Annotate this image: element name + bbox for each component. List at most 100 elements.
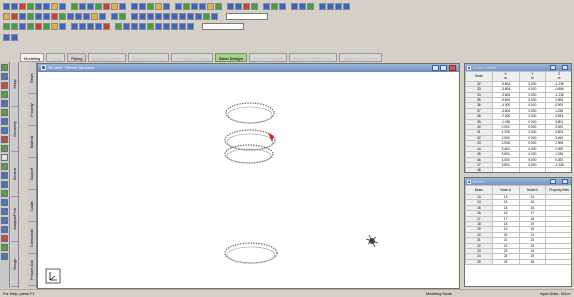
beams-column-header[interactable]: Node B — [518, 185, 547, 195]
beams-column-header[interactable]: Property Refs — [545, 185, 571, 195]
tab-concrete-design[interactable]: Concrete Design — [249, 53, 287, 62]
toolbar-button-17[interactable] — [131, 22, 138, 30]
nodes-cell[interactable]: 48 — [465, 167, 493, 172]
nodes-table-close[interactable] — [562, 65, 568, 70]
toolbar-button-12[interactable] — [99, 12, 106, 20]
toolbar-button-36[interactable] — [271, 2, 278, 10]
toolbar-button-14[interactable] — [111, 2, 118, 10]
toolbar-button-2[interactable] — [19, 22, 26, 30]
toolbar-button-4[interactable] — [35, 22, 42, 30]
structure-canvas[interactable] — [38, 72, 459, 288]
toolbar-button-23[interactable] — [179, 12, 186, 20]
toolbar-button-44[interactable] — [327, 2, 334, 10]
left-tool-0[interactable] — [1, 64, 8, 71]
left-tool-19[interactable] — [1, 235, 8, 242]
beams-table-close[interactable] — [562, 179, 568, 184]
toolbar-button-22[interactable] — [171, 12, 178, 20]
close-button[interactable] — [449, 65, 456, 71]
toolbar-button-19[interactable] — [147, 12, 154, 20]
side-tab-analysis-print[interactable]: Analysis/Print — [11, 197, 18, 242]
beams-cell[interactable]: 25 — [465, 258, 493, 266]
toolbar-dropdown[interactable] — [226, 12, 268, 20]
toolbar-button-6[interactable] — [51, 2, 58, 10]
left-tool-1[interactable] — [1, 73, 8, 80]
toolbar-button-12[interactable] — [95, 2, 102, 10]
toolbar-button-15[interactable] — [119, 2, 126, 10]
toolbar-button-20[interactable] — [155, 12, 162, 20]
toolbar-button-7[interactable] — [59, 2, 66, 10]
toolbar-button-27[interactable] — [211, 12, 218, 20]
left-tool-21[interactable] — [1, 253, 8, 260]
toolbar-dropdown[interactable] — [202, 22, 244, 30]
left-tool-18[interactable] — [1, 226, 8, 233]
tab-steel-design[interactable]: Steel Design — [215, 53, 248, 62]
side-tab-property[interactable]: Property — [28, 94, 36, 126]
toolbar-button-2[interactable] — [19, 2, 26, 10]
nodes-column-header[interactable]: X m — [491, 71, 520, 82]
tab-modeling[interactable]: Modeling — [20, 53, 45, 62]
toolbar-button-21[interactable] — [163, 12, 170, 20]
left-tool-8[interactable] — [1, 136, 8, 143]
toolbar-button-13[interactable] — [103, 2, 110, 10]
beams-cell[interactable]: 25 — [491, 258, 520, 266]
toolbar-button-23[interactable] — [179, 22, 186, 30]
toolbar-button-31[interactable] — [235, 2, 242, 10]
toolbar-button-30[interactable] — [227, 2, 234, 10]
toolbar-button-27[interactable] — [207, 2, 214, 10]
toolbar-button-17[interactable] — [131, 2, 138, 10]
toolbar-button-24[interactable] — [183, 2, 190, 10]
beams-cell[interactable] — [545, 258, 571, 266]
toolbar-button-3[interactable] — [27, 12, 34, 20]
toolbar-button-0[interactable] — [3, 22, 10, 30]
maximize-button[interactable] — [440, 65, 447, 71]
toolbar-button-37[interactable] — [279, 2, 286, 10]
toolbar-button-20[interactable] — [155, 22, 162, 30]
tab-advanced-concrete[interactable]: Advanced Concrete — [339, 53, 383, 62]
toolbar-button-23[interactable] — [175, 2, 182, 10]
toolbar-button-35[interactable] — [263, 2, 270, 10]
toolbar-button-3[interactable] — [27, 22, 34, 30]
side-tab-setup[interactable]: Setup — [11, 62, 18, 107]
left-tool-3[interactable] — [1, 91, 8, 98]
toolbar-button-25[interactable] — [191, 2, 198, 10]
tab-advanced-slab-design[interactable]: Advanced Slab Design — [288, 53, 338, 62]
side-tab-beam[interactable]: Beam — [28, 62, 36, 94]
toolbar-button-26[interactable] — [203, 12, 210, 20]
toolbar-button-28[interactable] — [215, 2, 222, 10]
left-tool-13[interactable] — [1, 181, 8, 188]
toolbar-button-21[interactable] — [163, 2, 170, 10]
toolbar-button-11[interactable] — [91, 12, 98, 20]
tab-piping[interactable]: Piping — [46, 53, 66, 62]
toolbar-button-13[interactable] — [103, 22, 110, 30]
toolbar-button-45[interactable] — [335, 2, 342, 10]
nodes-column-header[interactable]: Node — [465, 71, 493, 82]
side-tab-design[interactable]: Design — [11, 242, 18, 287]
toolbar-button-2[interactable] — [19, 12, 26, 20]
toolbar-button-46[interactable] — [343, 2, 350, 10]
left-tool-15[interactable] — [1, 199, 8, 206]
nodes-cell[interactable] — [545, 167, 571, 172]
toolbar-button-40[interactable] — [299, 2, 306, 10]
beams-cell[interactable]: 26 — [518, 258, 547, 266]
toolbar-button-17[interactable] — [131, 12, 138, 20]
toolbar-button-0[interactable] — [3, 33, 10, 41]
toolbar-button-22[interactable] — [171, 22, 178, 30]
left-tool-6[interactable] — [1, 118, 8, 125]
toolbar-button-41[interactable] — [307, 2, 314, 10]
toolbar-button-4[interactable] — [35, 12, 42, 20]
toolbar-button-1[interactable] — [11, 2, 18, 10]
left-tool-7[interactable] — [1, 127, 8, 134]
side-tab-commands[interactable]: Commands — [28, 222, 36, 254]
toolbar-button-24[interactable] — [187, 12, 194, 20]
toolbar-button-1[interactable] — [11, 12, 18, 20]
toolbar-button-9[interactable] — [71, 22, 78, 30]
side-tab-general[interactable]: General — [11, 152, 18, 197]
toolbar-button-20[interactable] — [155, 2, 162, 10]
left-tool-11[interactable] — [1, 163, 8, 170]
toolbar-button-6[interactable] — [51, 22, 58, 30]
left-tool-5[interactable] — [1, 109, 8, 116]
nodes-table-minimize[interactable] — [550, 65, 556, 70]
side-tab-prepare-ana[interactable]: Prepare Ana — [28, 254, 36, 286]
view-title-bar[interactable]: 3D view - Whole Structure — [38, 64, 459, 72]
toolbar-button-5[interactable] — [43, 12, 50, 20]
